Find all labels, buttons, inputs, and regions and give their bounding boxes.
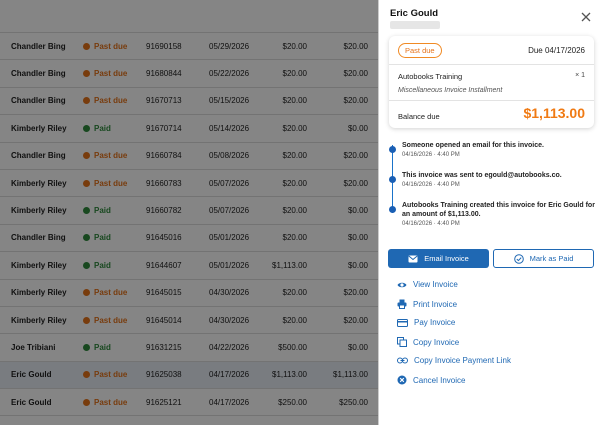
divider: [389, 64, 594, 65]
email-invoice-button[interactable]: Email Invoice: [388, 249, 489, 268]
copy-invoice-action[interactable]: Copy Invoice: [397, 337, 459, 347]
print-invoice-action[interactable]: Print Invoice: [397, 299, 457, 309]
cancel-invoice-action[interactable]: Cancel Invoice: [397, 375, 465, 385]
timeline-event: Autobooks Training created this invoice …: [387, 201, 597, 239]
check-circle-icon: [513, 253, 524, 264]
panel-title: Eric Gould: [390, 8, 439, 19]
copy-icon: [397, 337, 407, 347]
timeline-event-time: 04/16/2026 · 4:40 PM: [402, 221, 460, 227]
timeline-dot: [389, 206, 396, 213]
cancel-invoice-label: Cancel Invoice: [413, 375, 466, 385]
print-invoice-label: Print Invoice: [413, 299, 458, 309]
eye-icon: [397, 282, 407, 287]
modal-backdrop[interactable]: [0, 0, 378, 425]
cancel-icon: [397, 375, 407, 385]
timeline-event: Someone opened an email for this invoice…: [387, 141, 597, 171]
timeline-event-time: 04/16/2026 · 4:40 PM: [402, 152, 460, 158]
envelope-icon: [408, 255, 418, 262]
printer-icon: [397, 299, 407, 309]
line-item-description: Miscellaneous Invoice Installment: [398, 87, 503, 94]
activity-timeline: Someone opened an email for this invoice…: [387, 141, 597, 239]
pay-invoice-label: Pay Invoice: [414, 318, 456, 327]
timeline-event-text: Autobooks Training created this invoice …: [402, 202, 595, 218]
invoice-detail-panel: Eric Gould Past due Due 04/17/2026 Autob…: [378, 0, 600, 425]
due-date: Due 04/17/2026: [528, 46, 585, 55]
copy-payment-link-label: Copy Invoice Payment Link: [414, 356, 511, 365]
customer-subtitle-redacted: [390, 21, 440, 29]
timeline-event-time: 04/16/2026 · 4:40 PM: [402, 182, 460, 188]
balance-value: $1,113.00: [523, 105, 585, 121]
line-item-name: Autobooks Training: [398, 72, 463, 81]
line-item-quantity: × 1: [575, 72, 585, 79]
timeline-dot: [389, 146, 396, 153]
invoice-summary-card: Past due Due 04/17/2026 Autobooks Traini…: [389, 36, 594, 128]
view-invoice-action[interactable]: View Invoice: [397, 280, 458, 289]
balance-label: Balance due: [398, 112, 440, 121]
view-invoice-label: View Invoice: [413, 280, 458, 289]
timeline-event-text: Someone opened an email for this invoice…: [402, 142, 544, 149]
timeline-event: This invoice was sent to egould@autobook…: [387, 171, 597, 201]
mark-as-paid-label: Mark as Paid: [529, 254, 574, 263]
link-icon: [397, 357, 408, 364]
status-badge: Past due: [398, 43, 442, 58]
email-invoice-label: Email Invoice: [424, 254, 469, 263]
pay-invoice-action[interactable]: Pay Invoice: [397, 318, 455, 327]
divider: [389, 100, 594, 101]
timeline-dot: [389, 176, 396, 183]
copy-payment-link-action[interactable]: Copy Invoice Payment Link: [397, 356, 511, 365]
copy-invoice-label: Copy Invoice: [413, 337, 460, 347]
close-icon[interactable]: [581, 9, 591, 22]
credit-card-icon: [397, 318, 408, 327]
mark-as-paid-button[interactable]: Mark as Paid: [493, 249, 594, 268]
timeline-event-text: This invoice was sent to egould@autobook…: [402, 172, 562, 179]
